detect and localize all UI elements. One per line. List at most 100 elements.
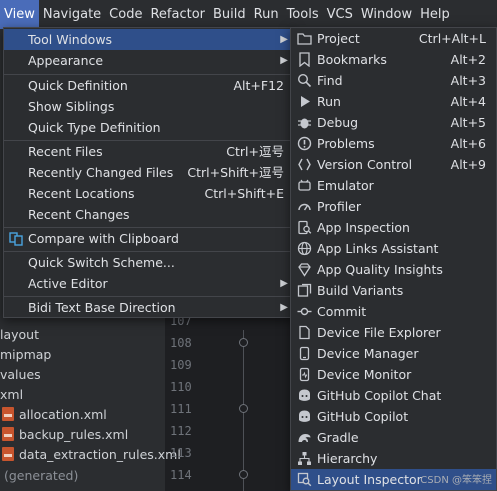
menu-refactor[interactable]: Refactor (146, 0, 209, 29)
tree-item-allocation[interactable]: allocation.xml (2, 404, 107, 426)
tool-item-app-links-assistant[interactable]: App Links Assistant (291, 238, 496, 259)
watermark-text: CSDN @笨笨捏 (420, 475, 492, 486)
menu-item-compare-with-clipboard[interactable]: Compare with Clipboard (4, 228, 294, 249)
hierarchy-icon (298, 452, 311, 465)
tool-item-github-copilot[interactable]: GitHub Copilot (291, 406, 496, 427)
tool-item-emulator[interactable]: Emulator (291, 175, 496, 196)
variants-icon (297, 283, 312, 297)
tool-item-app-inspection[interactable]: App Inspection (291, 217, 496, 238)
menu-item-quick-type-definition[interactable]: Quick Type Definition (4, 117, 294, 138)
tree-item-backup-rules[interactable]: backup_rules.xml (2, 424, 128, 446)
tree-item-mipmap[interactable]: mipmap (0, 344, 51, 366)
menu-run[interactable]: Run (250, 0, 283, 29)
menu-item-tool-windows[interactable]: Tool Windows ▶ (4, 29, 294, 50)
tool-item-project[interactable]: Project Ctrl+Alt+L (291, 28, 496, 49)
tool-item-github-copilot-chat[interactable]: GitHub Copilot Chat (291, 385, 496, 406)
fold-marker-icon[interactable] (239, 470, 248, 479)
fold-marker-icon[interactable] (239, 404, 248, 413)
menu-item-recent-changes[interactable]: Recent Changes (4, 204, 294, 225)
line-number: 112 (170, 424, 192, 438)
tool-item-version-control[interactable]: Version Control Alt+9 (291, 154, 496, 175)
menu-item-recently-changed-files[interactable]: Recently Changed Files Ctrl+Shift+逗号 (4, 162, 294, 183)
warning-icon (297, 136, 312, 151)
menu-tools[interactable]: Tools (283, 0, 323, 29)
submenu-arrow-icon: ▶ (280, 34, 288, 45)
device-icon (298, 179, 311, 191)
xml-file-icon (2, 447, 14, 461)
xml-file-icon (2, 407, 14, 421)
view-menu-dropdown: Tool Windows ▶ Appearance ▶ Quick Defini… (3, 27, 295, 318)
tool-item-device-file-explorer[interactable]: Device File Explorer (291, 322, 496, 343)
submenu-arrow-icon: ▶ (280, 55, 288, 66)
tree-item-generated[interactable]: (generated) (4, 465, 78, 487)
menu-item-appearance[interactable]: Appearance ▶ (4, 50, 294, 71)
compare-clipboard-icon (9, 232, 23, 246)
tool-item-app-quality-insights[interactable]: App Quality Insights (291, 259, 496, 280)
menu-help[interactable]: Help (416, 0, 454, 29)
tool-item-layout-inspector[interactable]: Layout Inspector CSDN @笨笨捏 (291, 469, 496, 490)
submenu-arrow-icon: ▶ (280, 278, 288, 289)
menu-bar: View Navigate Code Refactor Build Run To… (0, 0, 497, 29)
tool-item-device-manager[interactable]: Device Manager (291, 343, 496, 364)
tree-item-label: data_extraction_rules.xml (19, 447, 181, 462)
menu-view[interactable]: View (0, 0, 39, 29)
menu-item-quick-definition[interactable]: Quick Definition Alt+F12 (4, 75, 294, 96)
line-number: 114 (170, 468, 192, 482)
tool-item-gradle[interactable]: Gradle (291, 427, 496, 448)
line-number: 110 (170, 380, 192, 394)
menu-vcs[interactable]: VCS (323, 0, 357, 29)
tree-item-label: allocation.xml (19, 407, 107, 422)
menu-window[interactable]: Window (357, 0, 416, 29)
play-icon (301, 96, 310, 107)
menu-item-recent-locations[interactable]: Recent Locations Ctrl+Shift+E (4, 183, 294, 204)
tree-item-data-extraction-rules[interactable]: data_extraction_rules.xml (2, 444, 181, 466)
copilot-chat-icon (299, 389, 310, 401)
fold-marker-icon[interactable] (239, 338, 248, 347)
device-manager-icon (299, 346, 310, 361)
bookmark-icon (299, 52, 310, 67)
menu-code[interactable]: Code (105, 0, 146, 29)
link-icon (297, 241, 312, 256)
tool-item-profiler[interactable]: Profiler (291, 196, 496, 217)
search-icon (297, 73, 312, 88)
tool-item-hierarchy[interactable]: Hierarchy (291, 448, 496, 469)
file-icon (299, 325, 310, 340)
diamond-icon (298, 263, 311, 277)
xml-file-icon (2, 427, 14, 441)
tree-item-values[interactable]: values (0, 364, 41, 386)
tool-item-run[interactable]: Run Alt+4 (291, 91, 496, 112)
tool-item-debug[interactable]: Debug Alt+5 (291, 112, 496, 133)
copilot-icon (299, 410, 310, 422)
tool-item-find[interactable]: Find Alt+3 (291, 70, 496, 91)
layout-inspector-icon (297, 472, 312, 487)
tool-item-device-monitor[interactable]: Device Monitor (291, 364, 496, 385)
folder-icon (297, 33, 312, 45)
tool-windows-submenu: Project Ctrl+Alt+L Bookmarks Alt+2 Find … (290, 27, 497, 491)
submenu-arrow-icon: ▶ (280, 302, 288, 313)
tool-item-problems[interactable]: Problems Alt+6 (291, 133, 496, 154)
menu-item-quick-switch-scheme[interactable]: Quick Switch Scheme... (4, 252, 294, 273)
tool-item-bookmarks[interactable]: Bookmarks Alt+2 (291, 49, 496, 70)
menu-navigate[interactable]: Navigate (39, 0, 105, 29)
monitor-icon (299, 367, 310, 382)
inspect-icon (298, 220, 312, 235)
menu-item-bidi-text-base-direction[interactable]: Bidi Text Base Direction ▶ (4, 297, 294, 318)
line-number: 108 (170, 336, 192, 350)
bug-icon (298, 118, 311, 129)
tree-item-layout[interactable]: layout (0, 324, 39, 346)
branch-icon (298, 158, 311, 171)
line-number: 109 (170, 358, 192, 372)
menu-item-active-editor[interactable]: Active Editor ▶ (4, 273, 294, 294)
tool-item-build-variants[interactable]: Build Variants (291, 280, 496, 301)
menu-build[interactable]: Build (209, 0, 250, 29)
line-number: 111 (170, 402, 192, 416)
line-number: 113 (170, 446, 192, 460)
menu-item-show-siblings[interactable]: Show Siblings (4, 96, 294, 117)
tree-item-xml[interactable]: xml (0, 384, 23, 406)
menu-item-recent-files[interactable]: Recent Files Ctrl+逗号 (4, 141, 294, 162)
gauge-icon (298, 203, 311, 211)
commit-icon (297, 307, 312, 316)
tree-item-label: backup_rules.xml (19, 427, 129, 442)
gradle-icon (298, 434, 311, 442)
tool-item-commit[interactable]: Commit (291, 301, 496, 322)
